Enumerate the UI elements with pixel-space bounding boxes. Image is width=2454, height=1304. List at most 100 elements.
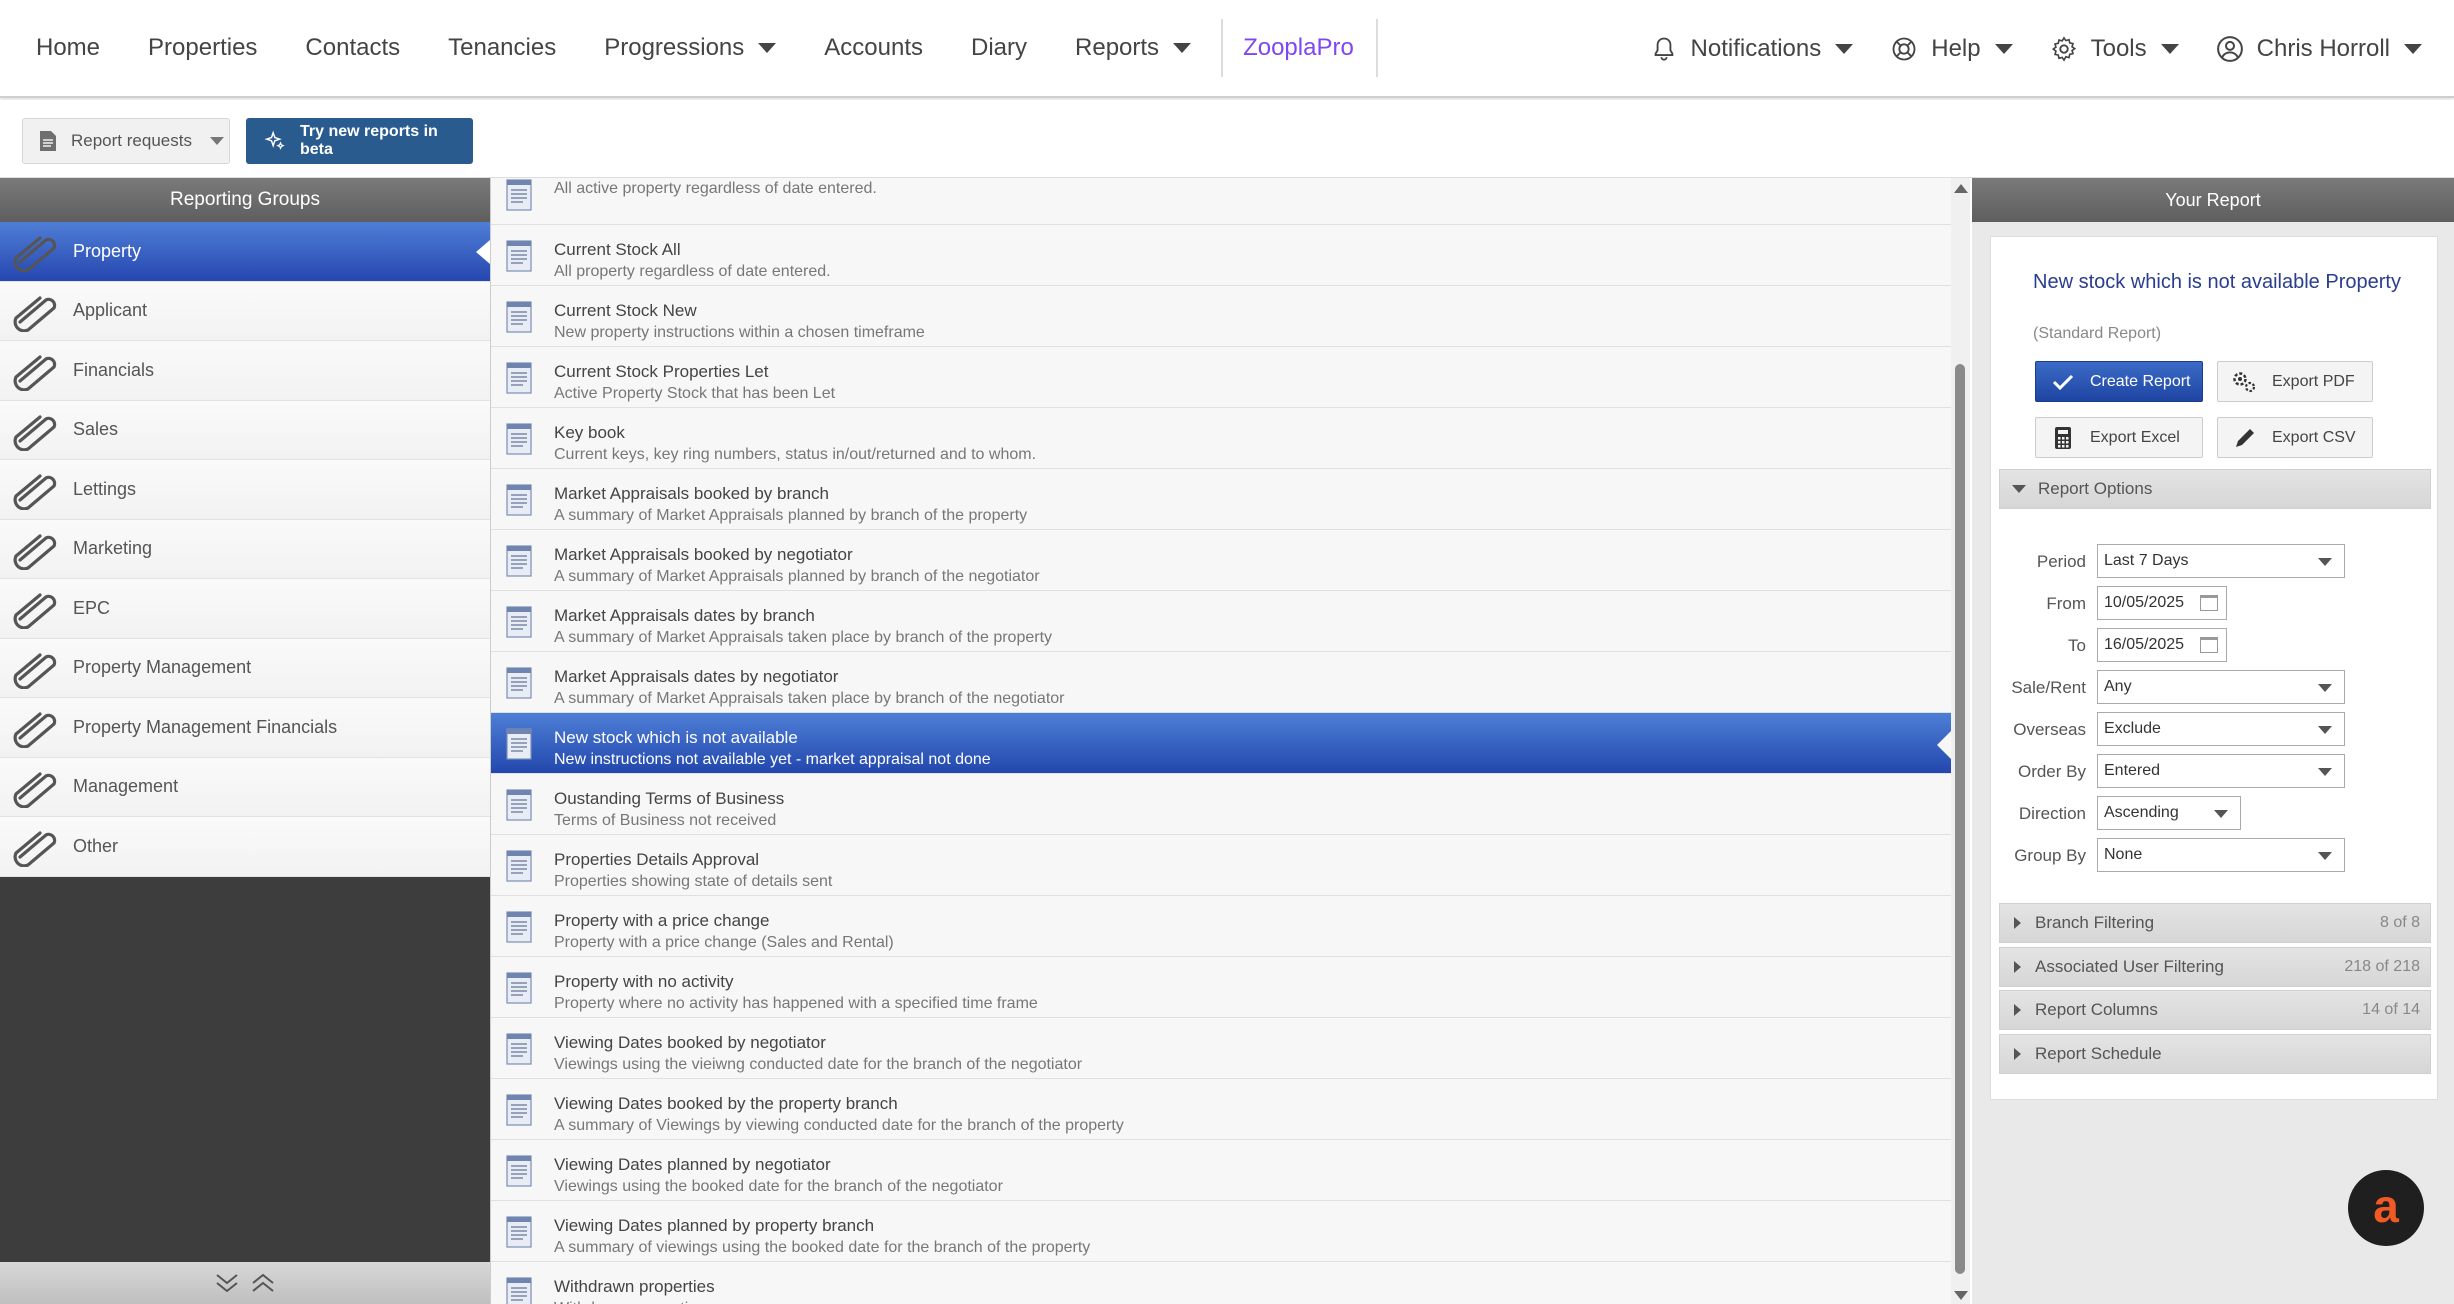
chevron-down-icon: [2318, 768, 2332, 776]
try-beta-button[interactable]: Try new reports in beta: [246, 118, 473, 164]
report-document-icon: [503, 300, 537, 334]
report-type-label: (Standard Report): [2033, 325, 2162, 342]
report-document-icon: [503, 1215, 537, 1249]
report-list-item[interactable]: Current Stock Properties Let Active Prope…: [491, 347, 1951, 408]
nav-properties[interactable]: Properties: [148, 34, 257, 62]
section-toggle[interactable]: Report Columns 14 of 14: [1999, 990, 2431, 1030]
to-date-input[interactable]: 16/05/2025: [2097, 628, 2227, 662]
reporting-group-item[interactable]: Management: [0, 757, 490, 817]
nav-user-menu[interactable]: Chris Horroll: [2215, 34, 2422, 64]
report-list-item[interactable]: Market Appraisals dates by branch A summa…: [491, 591, 1951, 652]
groupby-row: Group By None: [1991, 838, 2439, 874]
export-csv-button[interactable]: Export CSV: [2217, 417, 2373, 458]
nav-tools[interactable]: Tools: [2049, 34, 2179, 64]
report-list-item[interactable]: Current Stock All All property regardless…: [491, 225, 1951, 286]
report-list-item[interactable]: Property with a price change Property wit…: [491, 896, 1951, 957]
section-toggle[interactable]: Associated User Filtering 218 of 218: [1999, 946, 2431, 987]
report-title: Market Appraisals dates by branch: [554, 606, 815, 625]
nav-progressions[interactable]: Progressions: [604, 34, 777, 62]
reporting-group-label: Management: [73, 776, 179, 797]
assistant-launcher-button[interactable]: a: [2348, 1170, 2424, 1246]
from-row: From 10/05/2025: [1991, 586, 2439, 622]
reporting-group-item[interactable]: EPC: [0, 579, 490, 639]
report-description: Current keys, key ring numbers, status i…: [554, 446, 1037, 463]
nav-tenancies[interactable]: Tenancies: [448, 34, 556, 62]
reporting-group-item[interactable]: Property: [0, 222, 490, 282]
report-list-item[interactable]: Withdrawn properties Withdrawn properties: [491, 1262, 1951, 1304]
user-icon: [2215, 34, 2245, 64]
period-row: Period Last 7 Days: [1991, 544, 2439, 580]
salerent-select[interactable]: Any: [2097, 670, 2345, 704]
report-document-icon: [503, 483, 537, 517]
export-pdf-button[interactable]: Export PDF: [2217, 361, 2373, 402]
reporting-group-item[interactable]: Applicant: [0, 281, 490, 341]
direction-select[interactable]: Ascending: [2097, 796, 2241, 830]
scroll-down-arrow-icon[interactable]: [1954, 1291, 1968, 1300]
orderby-select[interactable]: Entered: [2097, 754, 2345, 788]
caret-right-icon: [2014, 917, 2021, 929]
report-list-item[interactable]: Oustanding Terms of Business Terms of Bus…: [491, 774, 1951, 835]
reporting-group-item[interactable]: Lettings: [0, 460, 490, 520]
report-list-item[interactable]: Viewing Dates booked by negotiator Viewin…: [491, 1018, 1951, 1079]
orderby-value: Entered: [2104, 762, 2161, 779]
section-toggle[interactable]: Report Schedule: [1999, 1033, 2431, 1074]
reporting-group-item[interactable]: Other: [0, 817, 490, 877]
export-pdf-label: Export PDF: [2272, 372, 2355, 390]
nav-zooplapro[interactable]: ZooplaPro: [1243, 34, 1354, 62]
export-excel-button[interactable]: Export Excel: [2035, 417, 2203, 458]
report-requests-button[interactable]: Report requests: [22, 118, 230, 164]
overseas-select[interactable]: Exclude: [2097, 712, 2345, 746]
reporting-group-label: EPC: [73, 597, 111, 618]
scroll-thumb[interactable]: [1955, 364, 1965, 1274]
reporting-group-item[interactable]: Property Management Financials: [0, 698, 490, 758]
report-description: Active Property Stock that has been Let: [554, 385, 836, 402]
report-list-item[interactable]: Viewing Dates planned by property branch…: [491, 1201, 1951, 1262]
groupby-select[interactable]: None: [2097, 838, 2345, 872]
report-title: Oustanding Terms of Business: [554, 789, 785, 808]
report-list-item[interactable]: Viewing Dates planned by negotiator Viewi…: [491, 1140, 1951, 1201]
from-date-input[interactable]: 10/05/2025: [2097, 586, 2227, 620]
report-options-toggle[interactable]: Report Options: [1999, 469, 2431, 509]
groupby-value: None: [2104, 846, 2143, 863]
reporting-group-item[interactable]: Sales: [0, 400, 490, 460]
overseas-label: Overseas: [2013, 720, 2086, 739]
report-list-item[interactable]: All active property regardless of date e…: [491, 178, 1951, 225]
report-list-item[interactable]: Current Stock New New property instructio…: [491, 286, 1951, 347]
report-list-item[interactable]: Property with no activity Property where …: [491, 957, 1951, 1018]
chevron-down-icon: [2404, 44, 2422, 54]
calendar-icon[interactable]: [2200, 595, 2218, 611]
report-list-scrollbar[interactable]: [1951, 178, 1970, 1304]
overseas-row: Overseas Exclude: [1991, 712, 2439, 748]
report-list-item[interactable]: Market Appraisals dates by negotiator A s…: [491, 652, 1951, 713]
calendar-icon[interactable]: [2200, 637, 2218, 653]
reporting-group-item[interactable]: Financials: [0, 341, 490, 401]
chevrons-down-icon[interactable]: [214, 1272, 240, 1294]
your-report-panel: Your Report New stock which is not avail…: [1972, 178, 2454, 1304]
reporting-group-item[interactable]: Property Management: [0, 638, 490, 698]
panel-collapse-controls[interactable]: [0, 1262, 490, 1304]
report-list-item[interactable]: New stock which is not available New inst…: [491, 713, 1951, 774]
reporting-group-label: Other: [73, 835, 119, 856]
nav-progressions-label: Progressions: [604, 34, 745, 61]
report-list-item[interactable]: Market Appraisals booked by negotiator A …: [491, 530, 1951, 591]
nav-contacts[interactable]: Contacts: [305, 34, 400, 62]
nav-reports[interactable]: Reports: [1075, 34, 1192, 62]
nav-home[interactable]: Home: [36, 34, 100, 62]
toolbar: Report requests Try new reports in beta: [0, 100, 2454, 178]
section-toggle[interactable]: Branch Filtering 8 of 8: [1999, 903, 2431, 943]
create-report-button[interactable]: Create Report: [2035, 361, 2203, 402]
period-select[interactable]: Last 7 Days: [2097, 544, 2345, 578]
report-list-item[interactable]: Properties Details Approval Properties sh…: [491, 835, 1951, 896]
nav-notifications[interactable]: Notifications: [1649, 34, 1854, 64]
scroll-up-arrow-icon[interactable]: [1954, 184, 1968, 193]
nav-help[interactable]: Help: [1889, 34, 2013, 64]
nav-diary[interactable]: Diary: [971, 34, 1027, 62]
nav-accounts[interactable]: Accounts: [824, 34, 923, 62]
chevrons-up-icon[interactable]: [250, 1272, 276, 1294]
report-list-item[interactable]: Key book Current keys, key ring numbers, …: [491, 408, 1951, 469]
reporting-group-item[interactable]: Marketing: [0, 519, 490, 579]
report-list-item[interactable]: Market Appraisals booked by branch A summ…: [491, 469, 1951, 530]
report-list-item[interactable]: Viewing Dates booked by the property bra…: [491, 1079, 1951, 1140]
report-description: Viewings using the booked date for the b…: [554, 1178, 1003, 1195]
report-title: Viewing Dates planned by property branch: [554, 1216, 875, 1235]
